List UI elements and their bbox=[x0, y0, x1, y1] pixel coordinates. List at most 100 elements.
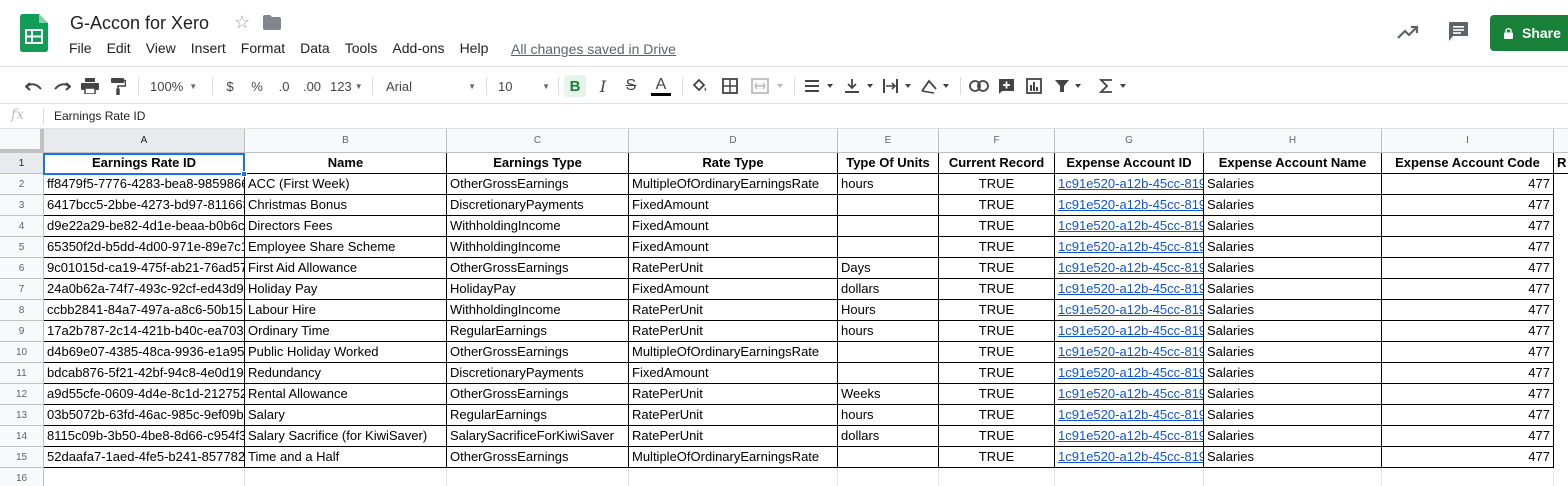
row-header[interactable]: 4 bbox=[0, 216, 44, 237]
menu-data[interactable]: Data bbox=[300, 40, 330, 56]
expense-account-name-cell[interactable]: Salaries bbox=[1204, 300, 1382, 321]
expense-account-id-link[interactable]: 1c91e520-a12b-45cc-819 bbox=[1055, 342, 1204, 363]
earnings-type-cell[interactable]: OtherGrossEarnings bbox=[447, 258, 629, 279]
expense-account-code-cell[interactable]: 477 bbox=[1382, 384, 1554, 405]
earnings-rate-id-cell[interactable]: ccbb2841-84a7-497a-a8c6-50b15 bbox=[44, 300, 245, 321]
increase-decimal-button[interactable]: .00 bbox=[300, 75, 324, 97]
expense-account-id-link[interactable]: 1c91e520-a12b-45cc-819 bbox=[1055, 405, 1204, 426]
expense-account-id-link[interactable]: 1c91e520-a12b-45cc-819 bbox=[1055, 258, 1204, 279]
select-all-corner[interactable] bbox=[0, 129, 44, 153]
expense-account-id-link[interactable]: 1c91e520-a12b-45cc-819 bbox=[1055, 426, 1204, 447]
name-cell[interactable]: Directors Fees bbox=[245, 216, 447, 237]
menu-file[interactable]: File bbox=[69, 40, 92, 56]
font-family-select[interactable]: Arial ▼ bbox=[386, 75, 476, 97]
expense-account-name-cell[interactable]: Salaries bbox=[1204, 342, 1382, 363]
zoom-select[interactable]: 100% ▼ bbox=[150, 75, 204, 97]
column-header-j[interactable] bbox=[1554, 129, 1568, 153]
format-currency-button[interactable]: $ bbox=[222, 75, 238, 97]
earnings-type-cell[interactable]: DiscretionaryPayments bbox=[447, 363, 629, 384]
print-icon[interactable] bbox=[80, 75, 100, 97]
menu-help[interactable]: Help bbox=[460, 40, 489, 56]
earnings-type-cell[interactable]: OtherGrossEarnings bbox=[447, 174, 629, 195]
text-color-button[interactable]: A bbox=[650, 75, 672, 97]
expense-account-name-cell[interactable]: Salaries bbox=[1204, 237, 1382, 258]
earnings-rate-id-cell[interactable]: 6417bcc5-2bbe-4273-bd97-811663 bbox=[44, 195, 245, 216]
current-record-cell[interactable]: TRUE bbox=[939, 279, 1055, 300]
name-cell[interactable]: Public Holiday Worked bbox=[245, 342, 447, 363]
rate-type-cell[interactable]: MultipleOfOrdinaryEarningsRate bbox=[629, 447, 838, 468]
header-cell[interactable]: Current Record bbox=[939, 153, 1055, 174]
decrease-decimal-button[interactable]: .0 bbox=[274, 75, 294, 97]
menu-addons[interactable]: Add-ons bbox=[392, 40, 444, 56]
earnings-type-cell[interactable]: WithholdingIncome bbox=[447, 216, 629, 237]
strikethrough-button[interactable]: S bbox=[622, 75, 640, 97]
expense-account-code-cell[interactable]: 477 bbox=[1382, 447, 1554, 468]
type-of-units-cell[interactable] bbox=[838, 195, 939, 216]
column-header-c[interactable]: C bbox=[447, 129, 629, 153]
row-header[interactable]: 7 bbox=[0, 279, 44, 300]
menu-view[interactable]: View bbox=[146, 40, 176, 56]
functions-icon[interactable] bbox=[1098, 75, 1130, 97]
comment-icon[interactable] bbox=[1448, 21, 1469, 42]
current-record-cell[interactable]: TRUE bbox=[939, 447, 1055, 468]
earnings-type-cell[interactable]: WithholdingIncome bbox=[447, 300, 629, 321]
expense-account-code-cell[interactable]: 477 bbox=[1382, 237, 1554, 258]
empty-cell[interactable] bbox=[245, 468, 447, 486]
earnings-rate-id-cell[interactable]: 24a0b62a-74f7-493c-92cf-ed43d9 bbox=[44, 279, 245, 300]
text-wrapping-icon[interactable] bbox=[882, 75, 914, 97]
expense-account-code-cell[interactable]: 477 bbox=[1382, 405, 1554, 426]
empty-cell[interactable] bbox=[629, 468, 838, 486]
current-record-cell[interactable]: TRUE bbox=[939, 405, 1055, 426]
row-header[interactable]: 8 bbox=[0, 300, 44, 321]
name-cell[interactable]: Holiday Pay bbox=[245, 279, 447, 300]
row-header[interactable]: 3 bbox=[0, 195, 44, 216]
expense-account-id-link[interactable]: 1c91e520-a12b-45cc-819 bbox=[1055, 216, 1204, 237]
row-header[interactable]: 5 bbox=[0, 237, 44, 258]
sheets-logo-icon[interactable] bbox=[20, 14, 48, 52]
current-record-cell[interactable]: TRUE bbox=[939, 258, 1055, 279]
merge-cells-icon[interactable] bbox=[750, 75, 786, 97]
header-cell[interactable]: Rate Type bbox=[629, 153, 838, 174]
expense-account-id-link[interactable]: 1c91e520-a12b-45cc-819 bbox=[1055, 447, 1204, 468]
type-of-units-cell[interactable]: hours bbox=[838, 405, 939, 426]
earnings-type-cell[interactable]: OtherGrossEarnings bbox=[447, 447, 629, 468]
rate-type-cell[interactable]: RatePerUnit bbox=[629, 300, 838, 321]
earnings-rate-id-cell[interactable]: 03b5072b-63fd-46ac-985c-9ef09b bbox=[44, 405, 245, 426]
type-of-units-cell[interactable]: hours bbox=[838, 321, 939, 342]
vertical-align-icon[interactable] bbox=[844, 75, 876, 97]
earnings-type-cell[interactable]: SalarySacrificeForKiwiSaver bbox=[447, 426, 629, 447]
current-record-cell[interactable]: TRUE bbox=[939, 384, 1055, 405]
earnings-rate-id-cell[interactable]: 65350f2d-b5dd-4d00-971e-89e7c1 bbox=[44, 237, 245, 258]
menu-format[interactable]: Format bbox=[241, 40, 285, 56]
paint-format-icon[interactable] bbox=[108, 75, 128, 97]
header-cell[interactable]: Expense Account Code bbox=[1382, 153, 1554, 174]
expense-account-name-cell[interactable]: Salaries bbox=[1204, 384, 1382, 405]
current-record-cell[interactable]: TRUE bbox=[939, 174, 1055, 195]
insert-comment-icon[interactable] bbox=[996, 75, 1016, 97]
empty-cell[interactable] bbox=[447, 468, 629, 486]
earnings-rate-id-cell[interactable]: bdcab876-5f21-42bf-94c8-4e0d19 bbox=[44, 363, 245, 384]
empty-cell[interactable] bbox=[939, 468, 1055, 486]
name-cell[interactable]: First Aid Allowance bbox=[245, 258, 447, 279]
menu-tools[interactable]: Tools bbox=[345, 40, 378, 56]
empty-cell[interactable] bbox=[1204, 468, 1382, 486]
name-cell[interactable]: Salary bbox=[245, 405, 447, 426]
type-of-units-cell[interactable]: dollars bbox=[838, 279, 939, 300]
expense-account-name-cell[interactable]: Salaries bbox=[1204, 426, 1382, 447]
expense-account-id-link[interactable]: 1c91e520-a12b-45cc-819 bbox=[1055, 279, 1204, 300]
column-header-b[interactable]: B bbox=[245, 129, 447, 153]
earnings-type-cell[interactable]: WithholdingIncome bbox=[447, 237, 629, 258]
type-of-units-cell[interactable] bbox=[838, 363, 939, 384]
earnings-rate-id-cell[interactable]: ff8479f5-7776-4283-bea8-9859866 bbox=[44, 174, 245, 195]
current-record-cell[interactable]: TRUE bbox=[939, 300, 1055, 321]
rate-type-cell[interactable]: RatePerUnit bbox=[629, 321, 838, 342]
expense-account-name-cell[interactable]: Salaries bbox=[1204, 363, 1382, 384]
expense-account-name-cell[interactable]: Salaries bbox=[1204, 447, 1382, 468]
expense-account-name-cell[interactable]: Salaries bbox=[1204, 195, 1382, 216]
type-of-units-cell[interactable] bbox=[838, 447, 939, 468]
font-size-select[interactable]: 10 ▼ bbox=[498, 75, 550, 97]
rate-type-cell[interactable]: FixedAmount bbox=[629, 195, 838, 216]
bold-button[interactable]: B bbox=[564, 75, 586, 97]
rate-type-cell[interactable]: MultipleOfOrdinaryEarningsRate bbox=[629, 174, 838, 195]
earnings-rate-id-cell[interactable]: 17a2b787-2c14-421b-b40c-ea703 bbox=[44, 321, 245, 342]
